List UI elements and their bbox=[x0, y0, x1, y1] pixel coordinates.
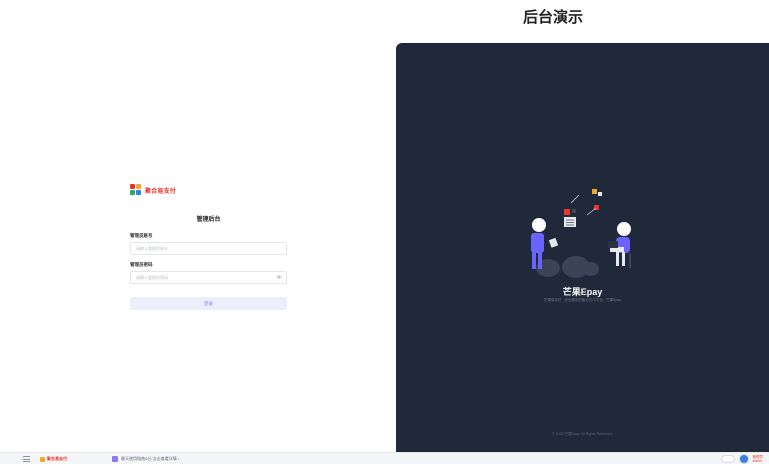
login-title: 管理后台 bbox=[196, 217, 221, 223]
eye-icon[interactable] bbox=[276, 275, 282, 279]
taskbar-brand[interactable]: 聚合易支付 bbox=[40, 456, 67, 462]
avatar[interactable] bbox=[738, 454, 749, 464]
user-role: admin bbox=[752, 459, 763, 463]
theme-toggle[interactable] bbox=[720, 455, 735, 463]
brand-logo-icon bbox=[130, 184, 142, 196]
login-panel: 聚合易支付 管理后台 管理员账号 请输入管理员账号 管理员密码 请输入管理员密码… bbox=[0, 0, 396, 452]
password-placeholder: 请输入管理员密码 bbox=[136, 275, 168, 280]
password-input[interactable]: 请输入管理员密码 bbox=[130, 271, 287, 284]
account-label: 管理员账号 bbox=[130, 233, 153, 238]
login-button[interactable]: 登录 bbox=[130, 297, 287, 310]
promo-panel: 芒果Epay 芒果易支付 · 安全稳定的聚合支付平台 · 芒果Epay © 20… bbox=[396, 43, 769, 452]
promo-brand: 芒果Epay bbox=[562, 287, 603, 297]
taskbar-tab[interactable]: 聊天使用指南&分 点击查看详情 › bbox=[112, 456, 179, 462]
promo-copyright: © 2023 芒果Epay. All Rights Reserved. bbox=[552, 432, 613, 436]
password-label: 管理员密码 bbox=[130, 262, 153, 267]
user-info[interactable]: 管理员 admin bbox=[753, 455, 764, 463]
brand-name: 聚合易支付 bbox=[145, 188, 177, 195]
promo-subtitle: 芒果易支付 · 安全稳定的聚合支付平台 · 芒果Epay bbox=[543, 298, 622, 302]
taskbar-right: 管理员 admin bbox=[720, 454, 764, 464]
brand: 聚合易支付 bbox=[130, 184, 176, 196]
menu-icon[interactable] bbox=[23, 456, 30, 462]
taskbar-logo-icon bbox=[40, 456, 45, 462]
taskbar-tab-label: 聊天使用指南&分 点击查看详情 › bbox=[121, 456, 180, 461]
page-title: 后台演示 bbox=[522, 9, 583, 26]
taskbar-brand-name: 聚合易支付 bbox=[47, 456, 67, 461]
account-input[interactable]: 请输入管理员账号 bbox=[130, 242, 287, 255]
illustration-image bbox=[531, 189, 631, 278]
taskbar: 聚合易支付 聊天使用指南&分 点击查看详情 › 管理员 admin bbox=[0, 452, 769, 464]
document-icon bbox=[112, 456, 118, 462]
